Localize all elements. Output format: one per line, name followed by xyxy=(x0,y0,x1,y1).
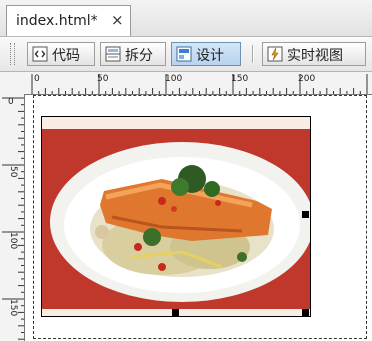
vruler-label-150: 150 xyxy=(8,299,18,317)
split-view-icon xyxy=(105,46,121,62)
document-tab[interactable]: index.html* × xyxy=(6,5,131,36)
code-view-icon xyxy=(32,46,48,62)
design-view-label: 设计 xyxy=(196,48,224,64)
split-view-label: 拆分 xyxy=(125,48,153,64)
document-tab-bar: index.html* × xyxy=(0,0,372,37)
live-view-label: 实时视图 xyxy=(287,48,343,64)
food-photo xyxy=(42,117,310,316)
selected-image[interactable] xyxy=(41,116,311,317)
vruler-label-50: 50 xyxy=(8,166,18,178)
toolbar-grip[interactable] xyxy=(10,43,15,65)
vertical-ruler[interactable]: 0 50 100 150 xyxy=(0,94,25,341)
view-toolbar: 代码 拆分 设计 实时视图 xyxy=(0,37,372,72)
ruler-label-150: 150 xyxy=(231,74,249,84)
design-view-button[interactable]: 设计 xyxy=(171,42,241,66)
live-view-icon xyxy=(267,46,283,62)
split-view-button[interactable]: 拆分 xyxy=(100,42,166,66)
ruler-label-0: 0 xyxy=(34,74,40,84)
close-icon[interactable]: × xyxy=(111,11,124,29)
vruler-label-100: 100 xyxy=(8,232,18,250)
ruler-label-50: 50 xyxy=(97,74,109,84)
code-view-button[interactable]: 代码 xyxy=(27,42,95,66)
design-view-icon xyxy=(176,46,192,62)
resize-handle-right[interactable] xyxy=(302,211,309,218)
ruler-label-100: 100 xyxy=(165,74,183,84)
document-tab-title[interactable]: index.html* xyxy=(16,13,98,29)
code-view-label: 代码 xyxy=(52,48,80,64)
resize-handle-bottom[interactable] xyxy=(172,309,179,316)
vruler-label-0: 0 xyxy=(8,97,14,107)
toolbar-separator xyxy=(252,45,254,63)
horizontal-ruler[interactable]: 0 50 100 150 200 xyxy=(0,72,372,95)
ruler-label-200: 200 xyxy=(298,74,316,84)
horizontal-ruler-ticks xyxy=(31,74,368,94)
live-view-button[interactable]: 实时视图 xyxy=(262,42,366,66)
resize-handle-bottom-right[interactable] xyxy=(302,309,309,316)
